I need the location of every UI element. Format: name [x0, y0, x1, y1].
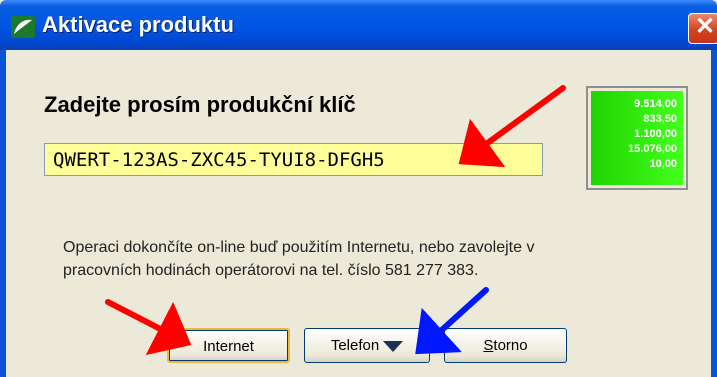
- title-bar[interactable]: Aktivace produktu ✕: [0, 0, 717, 50]
- storno-button[interactable]: Storno: [444, 328, 567, 363]
- number-line: 15.076,00: [628, 143, 677, 155]
- number-line: 9.514,00: [634, 98, 677, 110]
- numbers-image-inner: 9.514,00 833,50 1.100,00 15.076,00 10,00: [591, 91, 683, 185]
- storno-button-label: torno: [493, 337, 528, 354]
- close-icon: ✕: [695, 13, 716, 40]
- info-line: pracovních hodinách operátorovi na tel. …: [63, 262, 479, 279]
- window-title: Aktivace produktu: [42, 12, 234, 37]
- number-line: 10,00: [649, 158, 677, 170]
- info-text: Operaci dokončíte on-line buď použitím I…: [63, 236, 653, 282]
- app-logo-icon: [11, 16, 35, 38]
- close-button[interactable]: ✕: [688, 13, 717, 44]
- storno-button-mnemonic: S: [483, 337, 494, 354]
- internet-button-label: Internet: [203, 338, 254, 355]
- telefon-button-label: Telefon: [330, 337, 380, 354]
- number-line: 833,50: [643, 113, 677, 125]
- telefon-button[interactable]: Telefon: [304, 328, 430, 363]
- numbers-image: 9.514,00 833,50 1.100,00 15.076,00 10,00: [586, 86, 688, 190]
- number-line: 1.100,00: [634, 128, 677, 140]
- internet-button[interactable]: Internet: [167, 328, 290, 363]
- page-title: Zadejte prosím produkční klíč: [44, 92, 356, 117]
- dropdown-arrow-icon: [383, 340, 404, 352]
- info-line: Operaci dokončíte on-line buď použitím I…: [63, 239, 535, 256]
- activation-dialog: Aktivace produktu ✕ Zadejte prosím produ…: [0, 0, 717, 377]
- window-border-right: [711, 50, 717, 377]
- product-key-input[interactable]: QWERT-123AS-ZXC45-TYUI8-DFGH5: [44, 143, 543, 176]
